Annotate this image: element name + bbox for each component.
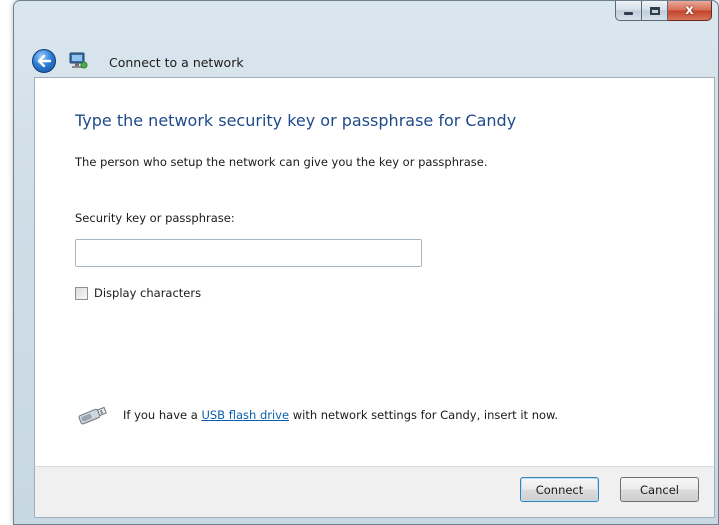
cancel-button[interactable]: Cancel [620,477,699,502]
security-key-label: Security key or passphrase: [75,211,235,225]
display-characters-row[interactable]: Display characters [75,286,201,300]
caption-buttons: x [615,1,712,21]
display-characters-checkbox[interactable] [75,286,88,300]
back-arrow-icon [37,55,51,67]
usb-hint-prefix: If you have a [123,408,202,422]
usb-drive-icon [78,406,107,425]
close-button[interactable]: x [668,1,712,21]
content-panel: Type the network security key or passphr… [34,77,715,466]
dialog-window: x Connect to a network Type the network … [13,0,719,525]
security-key-input[interactable] [75,239,422,267]
page-heading: Type the network security key or passphr… [75,111,517,130]
back-button[interactable] [32,49,56,73]
maximize-icon [649,6,660,15]
usb-hint-suffix: with network settings for Candy, insert … [289,408,559,422]
network-icon [69,52,88,69]
display-characters-label[interactable]: Display characters [94,286,201,300]
usb-flash-drive-link[interactable]: USB flash drive [201,408,289,422]
minimize-icon [624,12,633,15]
title-bar[interactable]: x [14,1,718,33]
button-bar: Connect Cancel [34,466,715,518]
window-title: Connect to a network [109,55,244,70]
usb-hint: If you have a USB flash drive with netwo… [75,404,558,426]
description-text: The person who setup the network can giv… [75,155,488,169]
close-icon: x [685,3,694,18]
connect-button[interactable]: Connect [520,477,599,502]
usb-hint-text: If you have a USB flash drive with netwo… [123,408,558,422]
minimize-button[interactable] [615,1,642,21]
maximize-button[interactable] [642,1,668,21]
header-bar: Connect to a network [14,33,718,77]
